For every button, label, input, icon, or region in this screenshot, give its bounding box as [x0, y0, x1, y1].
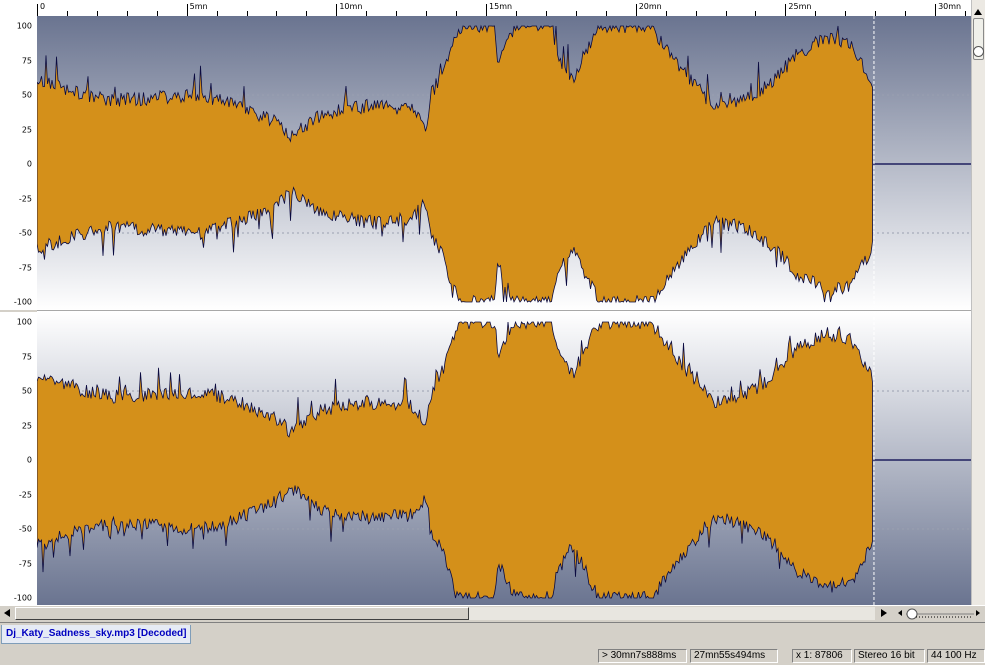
ruler-major-tick — [935, 4, 937, 16]
amplitude-label: -100 — [13, 297, 32, 307]
arrow-left-icon[interactable] — [1, 607, 13, 620]
ruler-label: 10mn — [339, 2, 363, 11]
time-ruler[interactable]: 0 5mn 10mn 15mn 20mn 25mn 30mn — [0, 0, 971, 17]
file-tab[interactable]: Dj_Katy_Sadness_sky.mp3 [Decoded] — [1, 625, 192, 644]
left-channel-amplitude-scale: 100 75 50 25 0 -25 -50 -75 -100 — [0, 16, 37, 310]
horizontal-scroll-track[interactable] — [469, 607, 875, 620]
vertical-zoom-knob[interactable] — [973, 46, 984, 57]
amplitude-label: -50 — [18, 228, 32, 238]
zoom-level: x 1: 87806 — [792, 649, 852, 663]
amplitude-label: 75 — [21, 56, 32, 65]
amplitude-label: -25 — [18, 194, 32, 203]
ruler-major-tick — [37, 4, 38, 16]
sample-rate: 44 100 Hz — [927, 649, 985, 663]
ruler-label: 30mn — [938, 2, 962, 11]
audio-format: Stereo 16 bit — [854, 649, 925, 663]
ruler-label: 20mn — [638, 2, 662, 11]
ruler-label: 25mn — [788, 2, 812, 11]
amplitude-label: -50 — [18, 524, 32, 534]
vertical-zoom-scrollbar[interactable] — [971, 0, 985, 605]
amplitude-label: 100 — [16, 21, 32, 31]
amplitude-label: -75 — [18, 559, 32, 568]
cursor-position: > 30mn7s888ms — [598, 649, 687, 663]
amplitude-label: -25 — [18, 490, 32, 499]
amplitude-label: 100 — [16, 317, 32, 327]
amplitude-label: -100 — [13, 593, 32, 603]
ruler-major-tick — [785, 4, 787, 16]
arrow-up-icon[interactable] — [974, 3, 982, 15]
amplitude-label: 50 — [21, 90, 32, 100]
amplitude-label: 0 — [26, 159, 32, 169]
ruler-label: 15mn — [489, 2, 513, 11]
amplitude-label: -75 — [18, 263, 32, 272]
amplitude-label: 25 — [21, 125, 32, 134]
ruler-major-tick — [486, 4, 488, 16]
ruler-major-tick — [186, 4, 188, 16]
amplitude-label: 25 — [21, 421, 32, 430]
arrow-right-icon[interactable] — [878, 607, 890, 620]
file-tab-bar: Dj_Katy_Sadness_sky.mp3 [Decoded] — [0, 622, 985, 646]
ruler-label: 5mn — [189, 2, 208, 11]
ruler-label: 0 — [40, 2, 46, 11]
status-bar: > 30mn7s888ms 27mn55s494ms x 1: 87806 St… — [0, 646, 985, 665]
total-duration: 27mn55s494ms — [690, 649, 778, 663]
ruler-major-tick — [635, 4, 637, 16]
amplitude-label: 75 — [21, 352, 32, 361]
amplitude-label: 50 — [21, 386, 32, 396]
horizontal-scroll-thumb[interactable] — [15, 607, 469, 620]
right-channel-amplitude-scale: 100 75 50 25 0 -25 -50 -75 -100 — [0, 312, 37, 605]
horizontal-scrollbar[interactable] — [0, 605, 985, 622]
right-channel-waveform[interactable] — [37, 312, 971, 605]
left-channel-waveform[interactable] — [37, 16, 971, 310]
ruler-major-tick — [336, 4, 338, 16]
amplitude-label: 0 — [26, 455, 32, 465]
zoom-slider-icon[interactable] — [896, 606, 985, 621]
